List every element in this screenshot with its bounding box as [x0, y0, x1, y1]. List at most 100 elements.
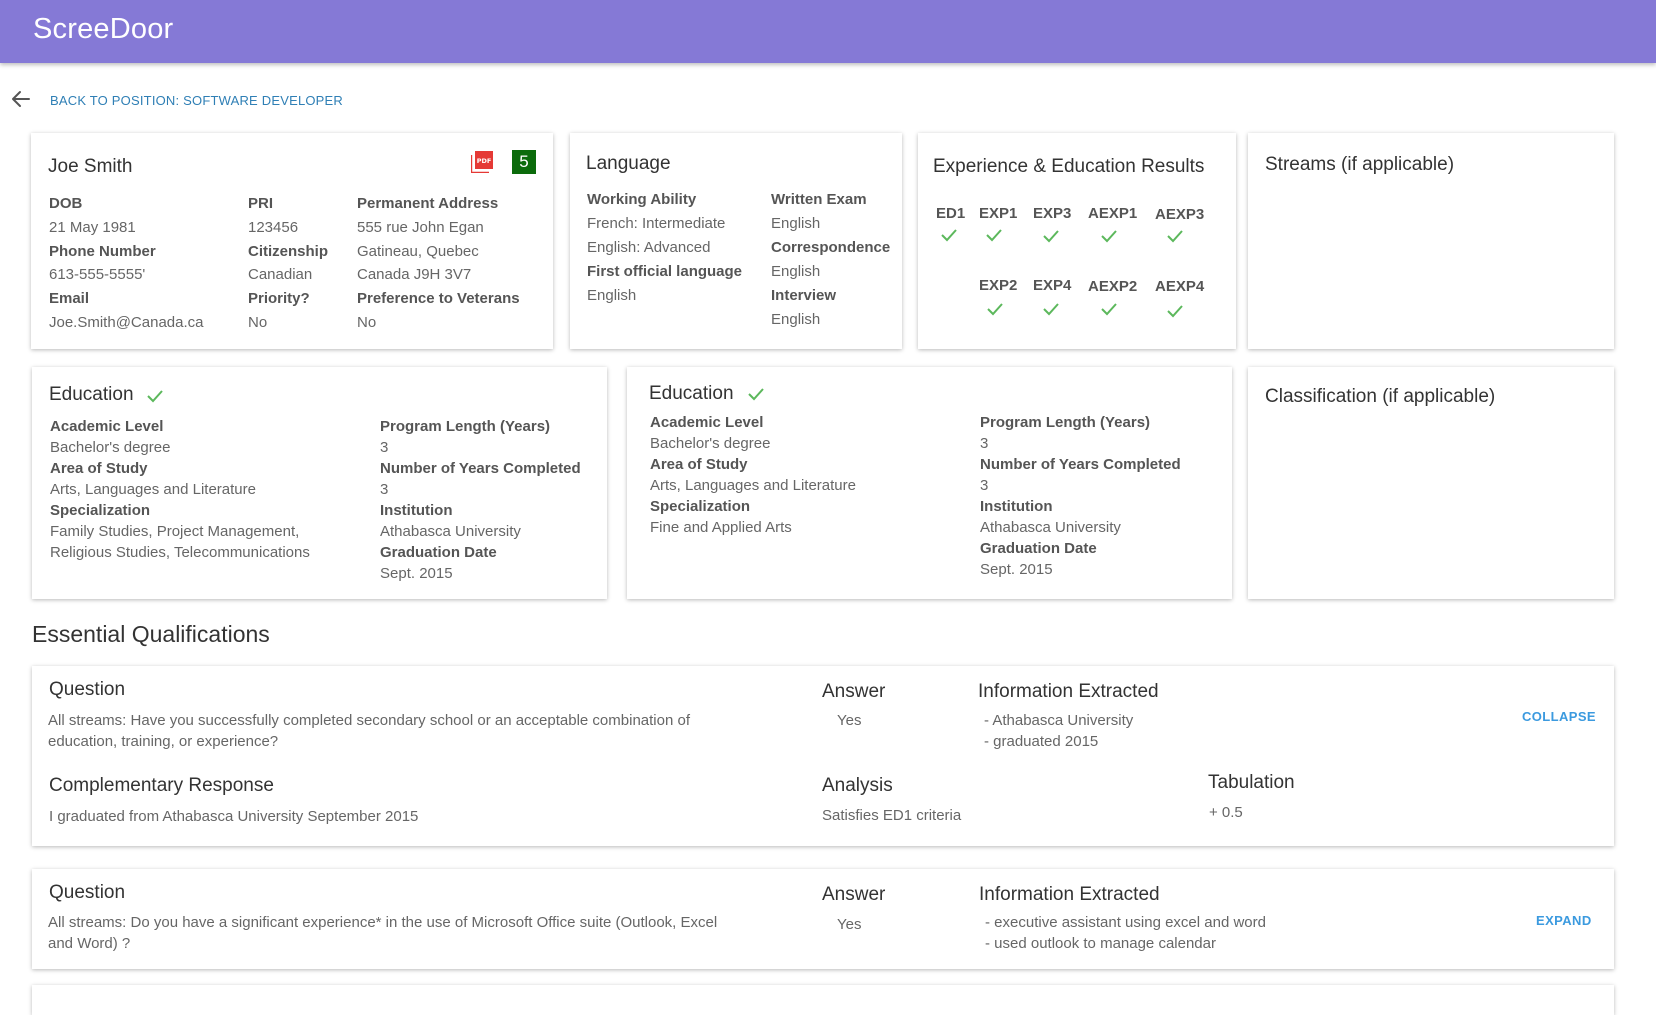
result-code: EXP2 — [979, 277, 1018, 294]
streams-card: Streams (if applicable) — [1248, 133, 1614, 349]
english-level: English: Advanced — [587, 239, 711, 256]
answer-value: Yes — [837, 712, 862, 729]
applicant-card: Joe Smith PDF 5 DOB 21 May 1981 Phone Nu… — [31, 133, 553, 349]
complementary-response-value: I graduated from Athabasca University Se… — [49, 808, 419, 825]
specialization-label: Specialization — [650, 498, 751, 515]
pdf-icon[interactable]: PDF — [471, 151, 493, 173]
info-extracted-label: Information Extracted — [978, 681, 1159, 702]
pri-label: PRI — [248, 195, 274, 212]
interview-value: English — [771, 311, 821, 328]
specialization-value: Fine and Applied Arts — [650, 519, 792, 536]
address-line3: Canada J9H 3V7 — [357, 266, 472, 283]
tabulation-label: Tabulation — [1208, 772, 1295, 793]
result-code: AEXP3 — [1155, 206, 1205, 223]
check-icon — [941, 229, 957, 242]
education-title: Education — [649, 383, 734, 404]
analysis-label: Analysis — [822, 775, 893, 796]
academic-level-value: Bachelor's degree — [50, 439, 171, 456]
email-value: Joe.Smith@Canada.ca — [49, 314, 204, 331]
program-length-value: 3 — [380, 439, 389, 456]
info-extracted-line1: - executive assistant using excel and wo… — [985, 914, 1266, 931]
specialization-value-line1: Family Studies, Project Management, — [50, 523, 300, 540]
info-extracted-label: Information Extracted — [979, 884, 1160, 905]
priority-value: No — [248, 314, 268, 331]
years-completed-label: Number of Years Completed — [380, 460, 581, 477]
question-card: Question All streams: Do you have a sign… — [32, 869, 1614, 969]
years-completed-value: 3 — [980, 477, 989, 494]
tabulation-value: + 0.5 — [1209, 804, 1243, 821]
interview-label: Interview — [771, 287, 837, 304]
question-label: Question — [49, 679, 126, 700]
result-code: EXP3 — [1033, 205, 1072, 222]
dob-value: 21 May 1981 — [49, 219, 136, 236]
check-icon — [147, 390, 163, 403]
education-card: Education Academic Level Bachelor's degr… — [627, 367, 1232, 599]
years-completed-value: 3 — [380, 481, 389, 498]
language-card: Language Working Ability French: Interme… — [570, 133, 902, 349]
question-text-line2: and Word) ? — [48, 935, 131, 952]
phone-label: Phone Number — [49, 243, 156, 260]
back-arrow-icon[interactable] — [10, 88, 32, 110]
email-label: Email — [49, 290, 90, 307]
specialization-value-line2: Religious Studies, Telecommunications — [50, 544, 310, 561]
years-completed-label: Number of Years Completed — [980, 456, 1181, 473]
check-icon — [1101, 230, 1117, 243]
back-to-position-link[interactable]: BACK TO POSITION: SOFTWARE DEVELOPER — [50, 93, 343, 108]
institution-label: Institution — [380, 502, 453, 519]
question-text-line1: All streams: Do you have a significant e… — [48, 914, 718, 931]
result-code: ED1 — [936, 205, 966, 222]
results-title: Experience & Education Results — [933, 156, 1205, 177]
app-header: ScreeDoor — [0, 0, 1656, 63]
area-of-study-value: Arts, Languages and Literature — [50, 481, 256, 498]
french-level: French: Intermediate — [587, 215, 726, 232]
result-code: AEXP1 — [1088, 205, 1138, 222]
expand-button[interactable]: EXPAND — [1536, 913, 1592, 928]
area-of-study-label: Area of Study — [50, 460, 148, 477]
academic-level-label: Academic Level — [650, 414, 764, 431]
check-icon — [1167, 230, 1183, 243]
language-title: Language — [586, 153, 671, 174]
institution-value: Athabasca University — [380, 523, 521, 540]
question-card — [32, 985, 1614, 1015]
institution-value: Athabasca University — [980, 519, 1121, 536]
svg-text:PDF: PDF — [477, 157, 492, 165]
program-length-label: Program Length (Years) — [980, 414, 1151, 431]
collapse-button[interactable]: COLLAPSE — [1522, 709, 1596, 724]
pri-value: 123456 — [248, 219, 299, 236]
first-official-value: English — [587, 287, 637, 304]
results-card: Experience & Education Results ED1 EXP1 … — [918, 133, 1236, 349]
info-extracted-line2: - used outlook to manage calendar — [985, 935, 1216, 952]
check-icon — [1167, 305, 1183, 318]
first-official-label: First official language — [587, 263, 743, 280]
graduation-label: Graduation Date — [980, 540, 1097, 557]
academic-level-value: Bachelor's degree — [650, 435, 771, 452]
specialization-label: Specialization — [50, 502, 151, 519]
result-code: AEXP4 — [1155, 278, 1205, 295]
institution-label: Institution — [980, 498, 1053, 515]
app-logo[interactable]: ScreeDoor — [33, 13, 173, 46]
program-length-value: 3 — [980, 435, 989, 452]
address-line2: Gatineau, Quebec — [357, 243, 479, 260]
check-icon — [987, 303, 1003, 316]
graduation-label: Graduation Date — [380, 544, 497, 561]
dob-label: DOB — [49, 195, 83, 212]
classification-title: Classification (if applicable) — [1265, 386, 1496, 407]
citizenship-value: Canadian — [248, 266, 313, 283]
complementary-response-label: Complementary Response — [49, 775, 274, 796]
info-extracted-line1: - Athabasca University — [984, 712, 1134, 729]
phone-value: 613-555-5555' — [49, 266, 146, 283]
check-icon — [1101, 303, 1117, 316]
written-exam-label: Written Exam — [771, 191, 867, 208]
check-icon — [1043, 230, 1059, 243]
analysis-value: Satisfies ED1 criteria — [822, 807, 962, 824]
classification-card: Classification (if applicable) — [1248, 367, 1614, 599]
result-code: EXP1 — [979, 205, 1018, 222]
streams-title: Streams (if applicable) — [1265, 154, 1455, 175]
check-icon — [986, 229, 1002, 242]
result-code: AEXP2 — [1088, 278, 1138, 295]
score-badge: 5 — [512, 150, 536, 174]
address-label: Permanent Address — [357, 195, 499, 212]
essential-qualifications-title: Essential Qualifications — [32, 621, 270, 647]
priority-label: Priority? — [248, 290, 310, 307]
correspondence-value: English — [771, 263, 821, 280]
